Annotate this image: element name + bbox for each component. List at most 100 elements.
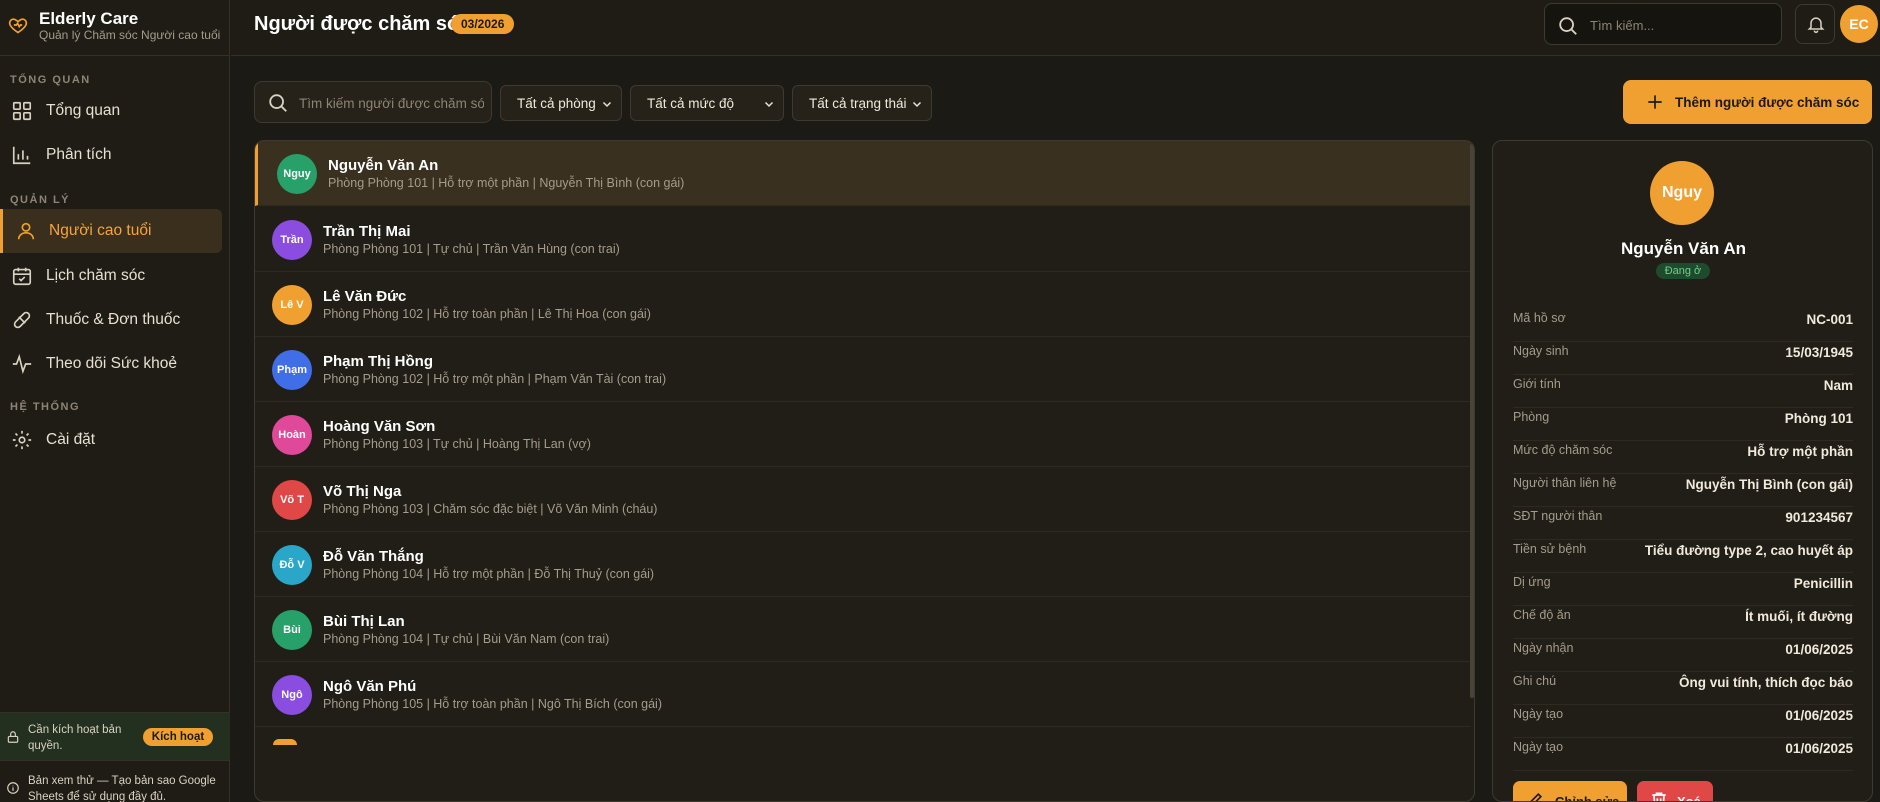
- gear-icon: [12, 430, 32, 450]
- field-value: Ít muối, ít đường: [1745, 609, 1853, 624]
- sidebar-item-care-schedule[interactable]: Lịch chăm sóc: [0, 254, 222, 298]
- calendar-icon: [12, 267, 32, 286]
- activate-button[interactable]: Kích hoạt: [143, 728, 213, 746]
- room-filter-value: Tất cả phòng: [517, 96, 596, 111]
- plus-icon: [1648, 95, 1662, 109]
- list-item[interactable]: Bùi Bùi Thị Lan Phòng Phòng 104 | Tự chủ…: [255, 597, 1471, 662]
- field-value: 901234567: [1785, 510, 1853, 525]
- notifications-button[interactable]: [1795, 4, 1835, 44]
- avatar: Bùi: [272, 610, 312, 650]
- detail-field-gender: Giới tính Nam: [1513, 375, 1853, 408]
- detail-field-created-date-2: Ngày tạo 01/06/2025: [1513, 738, 1853, 771]
- field-label: Chế độ ăn: [1513, 608, 1571, 622]
- pencil-icon: [1530, 792, 1543, 801]
- status-filter-select[interactable]: Tất cả trạng thái: [792, 85, 932, 121]
- resident-meta: Phòng Phòng 101 | Tự chủ | Trần Văn Hùng…: [323, 242, 620, 256]
- sidebar-item-residents[interactable]: Người cao tuổi: [0, 209, 222, 253]
- section-management: QUẢN LÝ: [10, 194, 70, 206]
- bar-chart-icon: [12, 146, 31, 165]
- room-filter-select[interactable]: Tất cả phòng: [500, 85, 622, 121]
- activity-icon: [12, 353, 32, 375]
- list-item[interactable]: Nguy Nguyễn Văn An Phòng Phòng 101 | Hỗ …: [255, 141, 1471, 206]
- sidebar-item-health-monitoring[interactable]: Theo dõi Sức khoẻ: [0, 342, 222, 386]
- list-item[interactable]: Phạm Phạm Thị Hồng Phòng Phòng 102 | Hỗ …: [255, 337, 1471, 402]
- list-item[interactable]: Ngô Ngô Văn Phú Phòng Phòng 105 | Hỗ trợ…: [255, 662, 1471, 727]
- field-label: Mã hồ sơ: [1513, 311, 1566, 325]
- detail-field-diet: Chế độ ăn Ít muối, ít đường: [1513, 606, 1853, 639]
- sidebar-item-overview[interactable]: Tổng quan: [0, 89, 222, 133]
- brand[interactable]: Elderly Care Quản lý Chăm sóc Người cao …: [0, 0, 230, 56]
- sidebar-item-label: Cài đặt: [46, 431, 96, 448]
- sidebar-item-label: Người cao tuổi: [49, 222, 152, 239]
- avatar: Đỗ V: [272, 545, 312, 585]
- detail-field-contact-phone: SĐT người thân 901234567: [1513, 507, 1853, 540]
- field-label: Ghi chú: [1513, 674, 1557, 688]
- field-value: 01/06/2025: [1785, 708, 1853, 723]
- top-header: Người được chăm sóc 03/2026 Tìm kiếm... …: [231, 0, 1880, 56]
- field-label: Tiền sử bệnh: [1513, 542, 1587, 556]
- field-label: Ngày nhận: [1513, 641, 1574, 655]
- global-search-input[interactable]: Tìm kiếm...: [1544, 3, 1782, 45]
- avatar: Võ T: [272, 480, 312, 520]
- avatar: Lê V: [272, 285, 312, 325]
- field-label: Mức độ chăm sóc: [1513, 443, 1613, 457]
- list-item[interactable]: Lê V Lê Văn Đức Phòng Phòng 102 | Hỗ trợ…: [255, 272, 1471, 337]
- sidebar-item-medications[interactable]: Thuốc & Đơn thuốc: [0, 298, 222, 342]
- field-value: Nguyễn Thị Bình (con gái): [1685, 477, 1853, 492]
- pill-icon: [13, 311, 31, 329]
- resident-meta: Phòng Phòng 103 | Chăm sóc đặc biệt | Võ…: [323, 502, 658, 516]
- trial-notice: Bản xem thử — Tạo bản sao Google Sheets …: [0, 760, 230, 802]
- sidebar-item-label: Phân tích: [46, 146, 112, 163]
- sidebar-item-label: Thuốc & Đơn thuốc: [46, 311, 181, 328]
- info-icon: [7, 782, 19, 794]
- field-value: Ông vui tính, thích đọc báo: [1679, 675, 1853, 690]
- resident-name: Bùi Thị Lan: [323, 613, 405, 630]
- list-item[interactable]: Võ T Võ Thị Nga Phòng Phòng 103 | Chăm s…: [255, 467, 1471, 532]
- bell-icon: [1807, 17, 1825, 34]
- list-scrollbar[interactable]: [1470, 144, 1474, 698]
- field-label: SĐT người thân: [1513, 509, 1603, 523]
- care-level-filter-select[interactable]: Tất cả mức độ: [630, 85, 784, 121]
- resident-name: Phạm Thị Hồng: [323, 353, 433, 370]
- sidebar-item-settings[interactable]: Cài đặt: [0, 418, 222, 462]
- list-item[interactable]: Hoàn Hoàng Văn Sơn Phòng Phòng 103 | Tự …: [255, 402, 1471, 467]
- delete-button[interactable]: Xoá: [1637, 781, 1713, 801]
- avatar: Phạm: [272, 350, 312, 390]
- detail-field-birthdate: Ngày sinh 15/03/1945: [1513, 342, 1853, 375]
- list-item[interactable]: Trần Trần Thị Mai Phòng Phòng 101 | Tự c…: [255, 207, 1471, 272]
- status-filter-value: Tất cả trạng thái: [809, 96, 907, 111]
- sidebar-item-analytics[interactable]: Phân tích: [0, 133, 222, 177]
- field-label: Người thân liên hệ: [1513, 476, 1617, 490]
- search-icon: [1559, 17, 1577, 35]
- sidebar-item-label: Lịch chăm sóc: [46, 267, 146, 284]
- field-label: Giới tính: [1513, 377, 1561, 391]
- resident-search-placeholder: Tìm kiếm người được chăm sóc...: [299, 96, 484, 111]
- resident-name: Ngô Văn Phú: [323, 678, 417, 695]
- detail-field-room: Phòng Phòng 101: [1513, 408, 1853, 441]
- brand-subtitle: Quản lý Chăm sóc Người cao tuổi: [39, 28, 221, 42]
- edit-button[interactable]: Chỉnh sửa: [1513, 781, 1627, 801]
- trash-icon: [1652, 792, 1666, 801]
- field-label: Phòng: [1513, 410, 1550, 424]
- detail-field-admission-date: Ngày nhận 01/06/2025: [1513, 639, 1853, 672]
- field-label: Ngày tạo: [1513, 707, 1564, 721]
- chevron-down-icon: [912, 101, 922, 108]
- resident-meta: Phòng Phòng 104 | Hỗ trợ một phần | Đỗ T…: [323, 567, 655, 581]
- dashboard-icon: [12, 101, 32, 121]
- field-value: Phòng 101: [1784, 411, 1853, 426]
- global-search-placeholder: Tìm kiếm...: [1590, 18, 1655, 33]
- avatar: Nguy: [277, 154, 317, 194]
- sidebar: Elderly Care Quản lý Chăm sóc Người cao …: [0, 0, 230, 802]
- resident-search-input[interactable]: Tìm kiếm người được chăm sóc...: [254, 81, 492, 123]
- resident-name: Võ Thị Nga: [323, 483, 402, 500]
- detail-field-contact: Người thân liên hệ Nguyễn Thị Bình (con …: [1513, 474, 1853, 507]
- search-icon: [269, 94, 287, 112]
- user-avatar[interactable]: EC: [1840, 5, 1878, 43]
- resident-name: Trần Thị Mai: [323, 223, 411, 240]
- field-value: NC-001: [1806, 312, 1853, 327]
- detail-field-care-level: Mức độ chăm sóc Hỗ trợ một phần: [1513, 441, 1853, 474]
- list-item[interactable]: Đỗ V Đỗ Văn Thắng Phòng Phòng 104 | Hỗ t…: [255, 532, 1471, 597]
- resident-name: Lê Văn Đức: [323, 288, 407, 305]
- resident-meta: Phòng Phòng 101 | Hỗ trợ một phần | Nguy…: [328, 176, 685, 190]
- add-resident-button[interactable]: Thêm người được chăm sóc: [1623, 80, 1872, 124]
